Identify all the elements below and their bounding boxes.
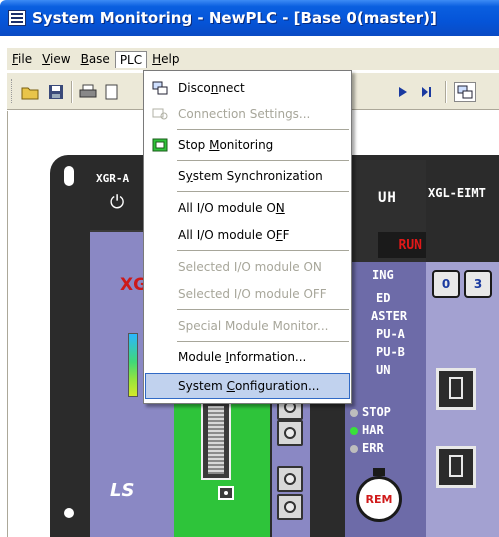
rotary-switch-icon: 0 xyxy=(432,270,460,298)
play-icon[interactable] xyxy=(392,82,414,102)
cpu-model-label: UH xyxy=(378,190,397,206)
menu-item-disconnect[interactable]: Disconnect xyxy=(145,75,350,101)
plc-menu-dropdown: Disconnect Connection Settings... Stop M… xyxy=(143,70,352,404)
menu-item-selected-io-on[interactable]: Selected I/O module ON xyxy=(145,254,350,280)
cpu-status-label: PU-B xyxy=(376,345,405,359)
cpu-status-label: ASTER xyxy=(371,309,408,323)
comm-module-model: XGL-EIMT xyxy=(428,186,486,200)
green-module-knob xyxy=(218,486,234,500)
menu-item-connection-settings[interactable]: Connection Settings... xyxy=(145,101,350,127)
toolbar-grip[interactable] xyxy=(11,79,14,103)
err-led xyxy=(350,445,358,453)
app-icon xyxy=(8,10,26,26)
menu-item-special-module-monitor[interactable]: Special Module Monitor... xyxy=(145,313,350,339)
cpu-status-label: PU-A xyxy=(376,327,405,341)
rack-mount-hole xyxy=(64,508,74,518)
menu-help[interactable]: Help xyxy=(147,50,184,68)
cpu-status-label: HAR xyxy=(362,423,384,437)
menu-separator xyxy=(177,309,349,310)
menu-item-system-sync[interactable]: System Synchronization xyxy=(145,163,350,189)
har-led xyxy=(350,427,358,435)
menu-plc[interactable]: PLC xyxy=(114,50,148,68)
menu-item-all-io-off[interactable]: All I/O module OFF xyxy=(145,222,350,248)
window-title: System Monitoring - NewPLC - [Base 0(mas… xyxy=(32,9,437,27)
stop-led xyxy=(350,409,358,417)
ethernet-port-icon xyxy=(436,368,476,410)
card-slot xyxy=(201,400,231,480)
menu-base[interactable]: Base xyxy=(76,50,115,68)
connect-icon[interactable] xyxy=(454,82,476,102)
preview-icon[interactable] xyxy=(101,82,123,102)
cpu-status-label: ED xyxy=(376,291,391,305)
menu-separator xyxy=(177,160,349,161)
open-icon[interactable] xyxy=(19,82,41,102)
io-connector-icon xyxy=(277,466,303,492)
cpu-status-label: STOP xyxy=(362,405,391,419)
rem-switch-top xyxy=(373,468,385,476)
rack-mount-hole xyxy=(64,166,74,186)
menu-item-stop-monitoring[interactable]: Stop Monitoring xyxy=(145,132,350,158)
menubar: File View Base PLC Help xyxy=(7,48,499,70)
save-icon[interactable] xyxy=(45,82,67,102)
print-icon[interactable] xyxy=(77,82,99,102)
cpu-status-label: ERR xyxy=(362,441,384,455)
io-connector-icon xyxy=(277,420,303,446)
step-icon[interactable] xyxy=(416,82,438,102)
connect-icon xyxy=(151,79,169,97)
power-icon: ⏻ xyxy=(110,192,125,213)
menu-item-module-information[interactable]: Module Information... xyxy=(145,344,350,370)
menu-separator xyxy=(177,191,349,192)
cpu-status-label: ING xyxy=(372,268,394,282)
menu-view[interactable]: View xyxy=(37,50,75,68)
menu-separator xyxy=(177,341,349,342)
rem-switch[interactable]: REM xyxy=(356,476,402,522)
menu-separator xyxy=(177,129,349,130)
cpu-run-indicator: RUN xyxy=(378,232,426,258)
cpu-status-label: UN xyxy=(376,363,391,377)
power-led-bar xyxy=(128,333,138,397)
ethernet-port-icon xyxy=(436,446,476,488)
menu-item-selected-io-off[interactable]: Selected I/O module OFF xyxy=(145,281,350,307)
io-connector-icon xyxy=(277,494,303,520)
rem-label: REM xyxy=(365,492,393,506)
monitor-icon xyxy=(151,136,169,154)
menu-item-system-configuration[interactable]: System Configuration... xyxy=(145,373,350,399)
menu-item-all-io-on[interactable]: All I/O module ON xyxy=(145,195,350,221)
connection-settings-icon xyxy=(151,105,169,123)
rotary-switch-icon: 3 xyxy=(464,270,492,298)
menu-file[interactable]: File xyxy=(7,50,37,68)
menu-separator xyxy=(177,250,349,251)
ls-logo: LS xyxy=(110,480,135,501)
power-module-model: XGR-A xyxy=(96,172,130,185)
window-titlebar: System Monitoring - NewPLC - [Base 0(mas… xyxy=(0,0,499,36)
